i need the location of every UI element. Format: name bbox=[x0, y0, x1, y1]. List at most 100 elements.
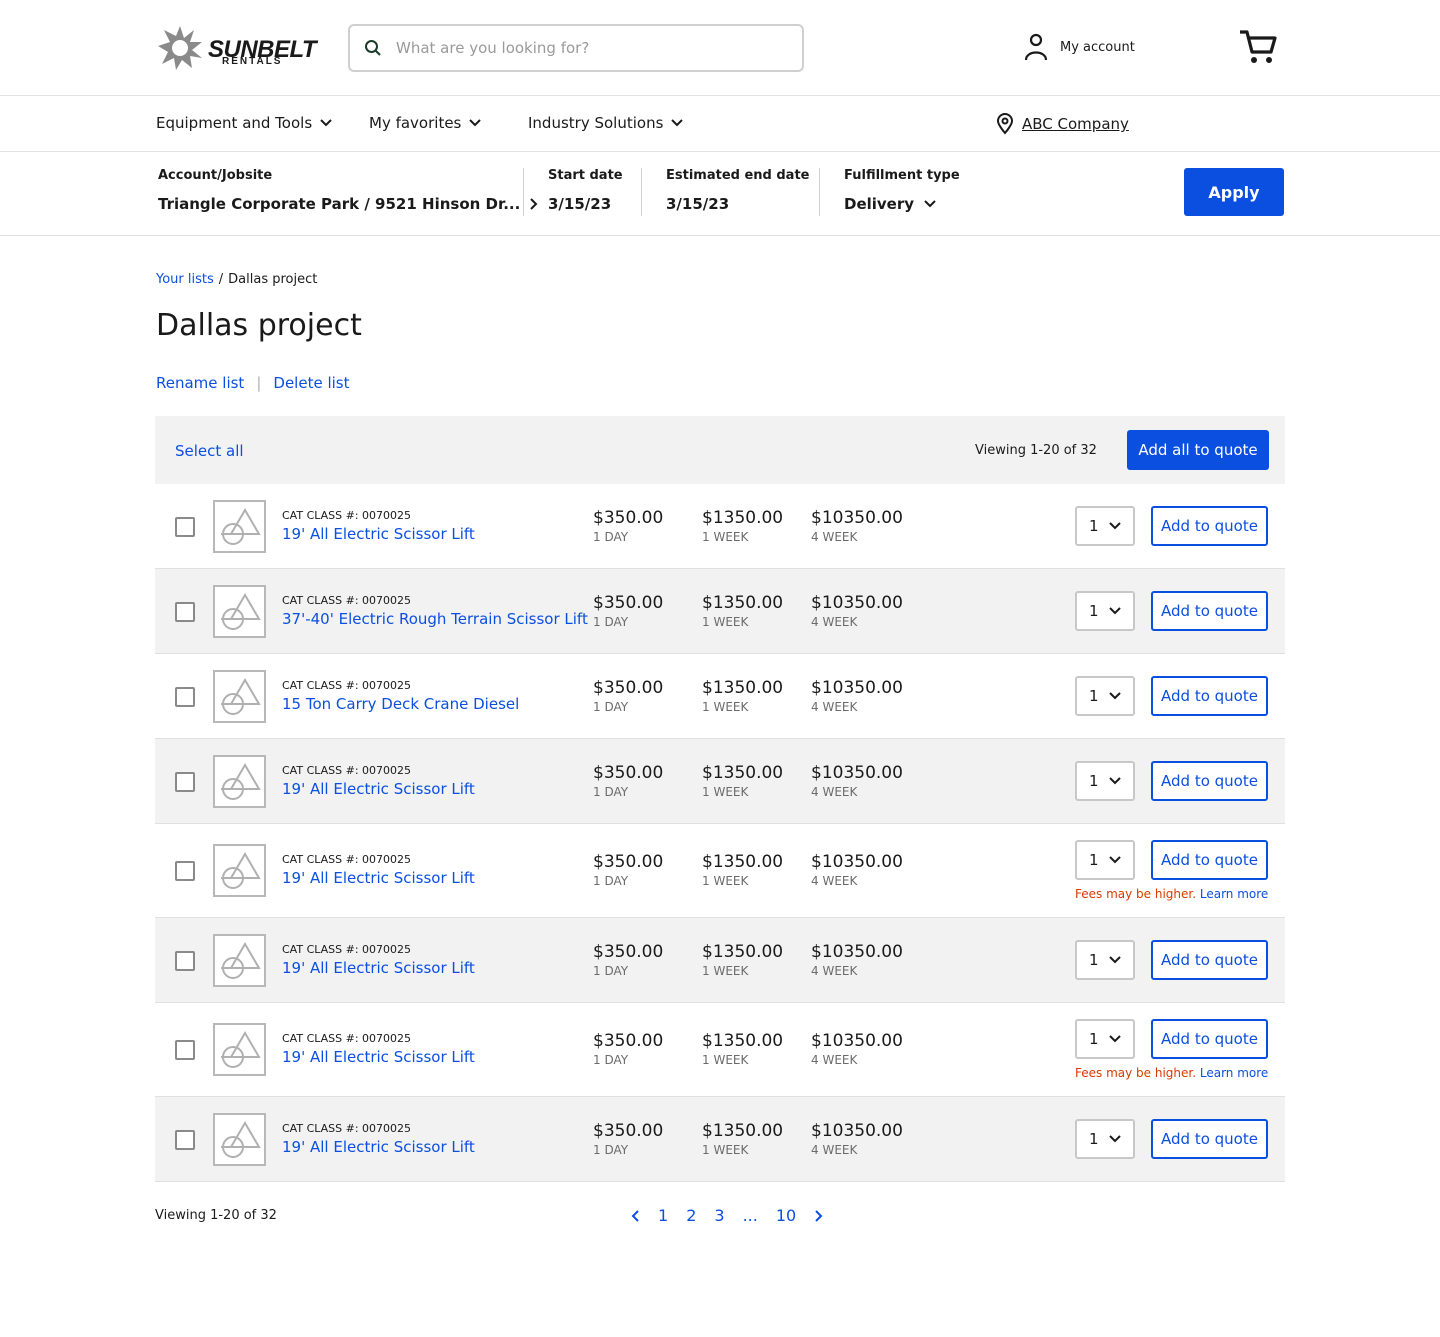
learn-more-link[interactable]: Learn more bbox=[1200, 1066, 1268, 1080]
select-all-link[interactable]: Select all bbox=[175, 442, 244, 460]
delete-list-link[interactable]: Delete list bbox=[273, 374, 349, 392]
quantity-select[interactable]: 1 bbox=[1075, 940, 1135, 980]
add-to-quote-button[interactable]: Add to quote bbox=[1151, 506, 1268, 546]
nav-industry-solutions[interactable]: Industry Solutions bbox=[528, 114, 684, 132]
search-box[interactable] bbox=[348, 24, 804, 72]
quantity-select[interactable]: 1 bbox=[1075, 676, 1135, 716]
cat-class: CAT CLASS #: 0070025 bbox=[282, 764, 412, 777]
row-checkbox[interactable] bbox=[175, 602, 195, 622]
breadcrumb-your-lists[interactable]: Your lists bbox=[156, 272, 214, 287]
chevron-right-icon[interactable] bbox=[814, 1209, 824, 1223]
search-icon bbox=[365, 40, 381, 56]
action-divider: | bbox=[256, 374, 262, 392]
row-checkbox[interactable] bbox=[175, 861, 195, 881]
fees-notice: Fees may be higher. Learn more bbox=[1075, 887, 1268, 901]
page-1[interactable]: 1 bbox=[658, 1206, 668, 1225]
row-checkbox[interactable] bbox=[175, 951, 195, 971]
price-4-week: $10350.00 4 WEEK bbox=[811, 852, 903, 888]
row-checkbox[interactable] bbox=[175, 1040, 195, 1060]
cart-icon bbox=[1240, 30, 1277, 63]
fulfillment-type-value: Delivery bbox=[844, 195, 915, 213]
row-checkbox[interactable] bbox=[175, 517, 195, 537]
price-period: 1 DAY bbox=[593, 615, 629, 629]
row-checkbox[interactable] bbox=[175, 687, 195, 707]
search-input[interactable] bbox=[396, 39, 776, 57]
sunbelt-logo[interactable]: SUNBELT RENTALS bbox=[156, 24, 317, 72]
apply-button[interactable]: Apply bbox=[1184, 168, 1284, 216]
chevron-down-icon bbox=[1109, 1135, 1121, 1143]
chevron-down-icon bbox=[924, 200, 936, 208]
logo-subtext: RENTALS bbox=[222, 56, 283, 67]
image-placeholder-icon bbox=[221, 763, 261, 800]
quantity-select[interactable]: 1 bbox=[1075, 840, 1135, 880]
company-selector[interactable]: ABC Company bbox=[996, 113, 1129, 135]
product-name-link[interactable]: 19' All Electric Scissor Lift bbox=[282, 1138, 475, 1156]
cat-class: CAT CLASS #: 0070025 bbox=[282, 853, 412, 866]
chevron-down-icon bbox=[1109, 522, 1121, 530]
add-to-quote-button[interactable]: Add to quote bbox=[1151, 591, 1268, 631]
add-all-to-quote-button[interactable]: Add all to quote bbox=[1127, 430, 1269, 470]
start-date-filter[interactable]: Start date 3/15/23 bbox=[548, 168, 623, 213]
page-title: Dallas project bbox=[156, 308, 362, 343]
quantity-select[interactable]: 1 bbox=[1075, 506, 1135, 546]
quantity-value: 1 bbox=[1089, 1030, 1099, 1048]
price-amount: $350.00 bbox=[593, 852, 664, 872]
page-2[interactable]: 2 bbox=[686, 1206, 696, 1225]
filter-bar: Account/Jobsite Triangle Corporate Park … bbox=[0, 152, 1440, 236]
product-name-link[interactable]: 19' All Electric Scissor Lift bbox=[282, 525, 475, 543]
page-10[interactable]: 10 bbox=[776, 1206, 796, 1225]
row-checkbox[interactable] bbox=[175, 772, 195, 792]
add-to-quote-button[interactable]: Add to quote bbox=[1151, 940, 1268, 980]
product-row: CAT CLASS #: 0070025 19' All Electric Sci… bbox=[155, 1003, 1285, 1097]
price-amount: $1350.00 bbox=[702, 1031, 784, 1051]
product-name-link[interactable]: 15 Ton Carry Deck Crane Diesel bbox=[282, 695, 519, 713]
filter-divider bbox=[641, 168, 642, 216]
price-week: $1350.00 1 WEEK bbox=[702, 678, 783, 714]
quantity-value: 1 bbox=[1089, 851, 1099, 869]
chevron-down-icon bbox=[1109, 777, 1121, 785]
price-4-week: $10350.00 4 WEEK bbox=[811, 508, 903, 544]
rename-list-link[interactable]: Rename list bbox=[156, 374, 244, 392]
product-name-link[interactable]: 19' All Electric Scissor Lift bbox=[282, 959, 475, 977]
nav-my-favorites[interactable]: My favorites bbox=[369, 114, 482, 132]
price-period: 1 WEEK bbox=[702, 874, 749, 888]
price-amount: $1350.00 bbox=[702, 508, 784, 528]
add-to-quote-button[interactable]: Add to quote bbox=[1151, 840, 1268, 880]
chevron-down-icon bbox=[671, 119, 684, 127]
row-checkbox[interactable] bbox=[175, 1130, 195, 1150]
product-name-link[interactable]: 19' All Electric Scissor Lift bbox=[282, 869, 475, 887]
add-to-quote-button[interactable]: Add to quote bbox=[1151, 1119, 1268, 1159]
price-day: $350.00 1 DAY bbox=[593, 593, 663, 629]
add-to-quote-button[interactable]: Add to quote bbox=[1151, 1019, 1268, 1059]
product-name-link[interactable]: 19' All Electric Scissor Lift bbox=[282, 780, 475, 798]
quantity-select[interactable]: 1 bbox=[1075, 761, 1135, 801]
cart-button[interactable] bbox=[1238, 28, 1278, 70]
filter-label: Account/Jobsite bbox=[158, 168, 273, 183]
price-day: $350.00 1 DAY bbox=[593, 852, 663, 888]
end-date-filter[interactable]: Estimated end date 3/15/23 bbox=[666, 168, 809, 213]
page-ellipsis: ... bbox=[742, 1206, 758, 1225]
quantity-value: 1 bbox=[1089, 951, 1099, 969]
quantity-select[interactable]: 1 bbox=[1075, 1019, 1135, 1059]
chevron-down-icon bbox=[1109, 856, 1121, 864]
product-name-link[interactable]: 19' All Electric Scissor Lift bbox=[282, 1048, 475, 1066]
product-name-link[interactable]: 37'-40' Electric Rough Terrain Scissor L… bbox=[282, 610, 588, 628]
chevron-left-icon[interactable] bbox=[630, 1209, 640, 1223]
learn-more-link[interactable]: Learn more bbox=[1200, 887, 1268, 901]
chevron-down-icon bbox=[1109, 692, 1121, 700]
page-3[interactable]: 3 bbox=[714, 1206, 724, 1225]
account-jobsite-filter[interactable]: Account/Jobsite Triangle Corporate Park … bbox=[158, 168, 538, 213]
nav-equipment-and-tools[interactable]: Equipment and Tools bbox=[156, 114, 332, 132]
add-to-quote-button[interactable]: Add to quote bbox=[1151, 761, 1268, 801]
chevron-right-icon bbox=[530, 198, 538, 210]
price-day: $350.00 1 DAY bbox=[593, 678, 663, 714]
add-to-quote-button[interactable]: Add to quote bbox=[1151, 676, 1268, 716]
fulfillment-type-filter[interactable]: Fulfillment type Delivery bbox=[844, 168, 960, 213]
price-period: 1 WEEK bbox=[702, 615, 749, 629]
price-period: 4 WEEK bbox=[811, 615, 858, 629]
quantity-value: 1 bbox=[1089, 772, 1099, 790]
quantity-value: 1 bbox=[1089, 687, 1099, 705]
quantity-select[interactable]: 1 bbox=[1075, 1119, 1135, 1159]
my-account-link[interactable]: My account bbox=[1024, 32, 1135, 62]
quantity-select[interactable]: 1 bbox=[1075, 591, 1135, 631]
